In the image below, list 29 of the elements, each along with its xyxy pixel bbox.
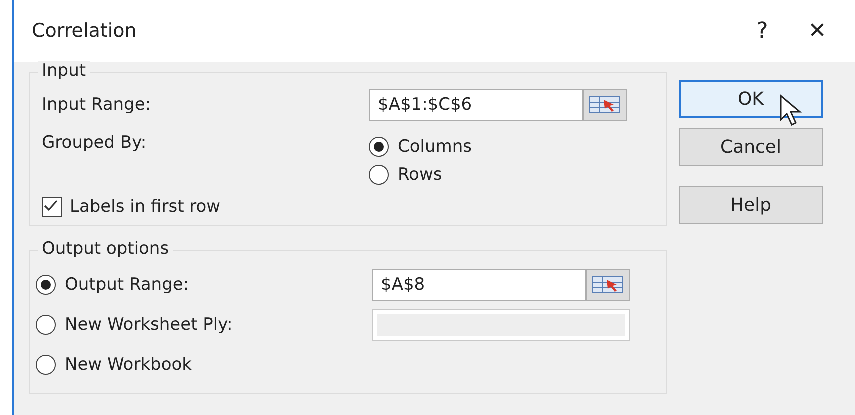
dialog-button[interactable]: Cancel [679,128,823,166]
field-label: Grouped By: [42,133,148,153]
checkbox[interactable] [42,197,62,217]
radio-label: New Worksheet Ply: [65,315,234,335]
close-button[interactable]: ✕ [790,18,845,44]
radio-button[interactable] [369,165,389,185]
field-label: Input Range: [42,95,152,115]
radio-label: Columns [398,137,472,157]
radio-button[interactable] [36,275,56,295]
radio-label: New Workbook [65,355,193,375]
dialog-button[interactable]: Help [679,186,823,224]
output-range-field[interactable]: $A$8 [372,269,586,301]
group-legend: Input [38,61,90,81]
group-legend: Output options [38,239,174,259]
radio-label: Rows [398,165,442,185]
radio-button[interactable] [36,315,56,335]
range-select-icon [588,94,622,116]
window-title: Correlation [32,20,138,42]
radio-label: Output Range: [65,275,190,295]
input-range-field[interactable]: $A$1:$C$6 [369,89,583,121]
checkmark-icon [43,198,59,214]
range-select-button[interactable] [583,89,627,121]
radio-button[interactable] [369,137,389,157]
radio-button[interactable] [36,355,56,375]
range-select-icon [591,274,625,296]
help-button[interactable]: ? [735,18,790,44]
dialog-button[interactable]: OK [679,80,823,118]
checkbox-label: Labels in first row [70,197,221,217]
range-select-button[interactable] [586,269,630,301]
